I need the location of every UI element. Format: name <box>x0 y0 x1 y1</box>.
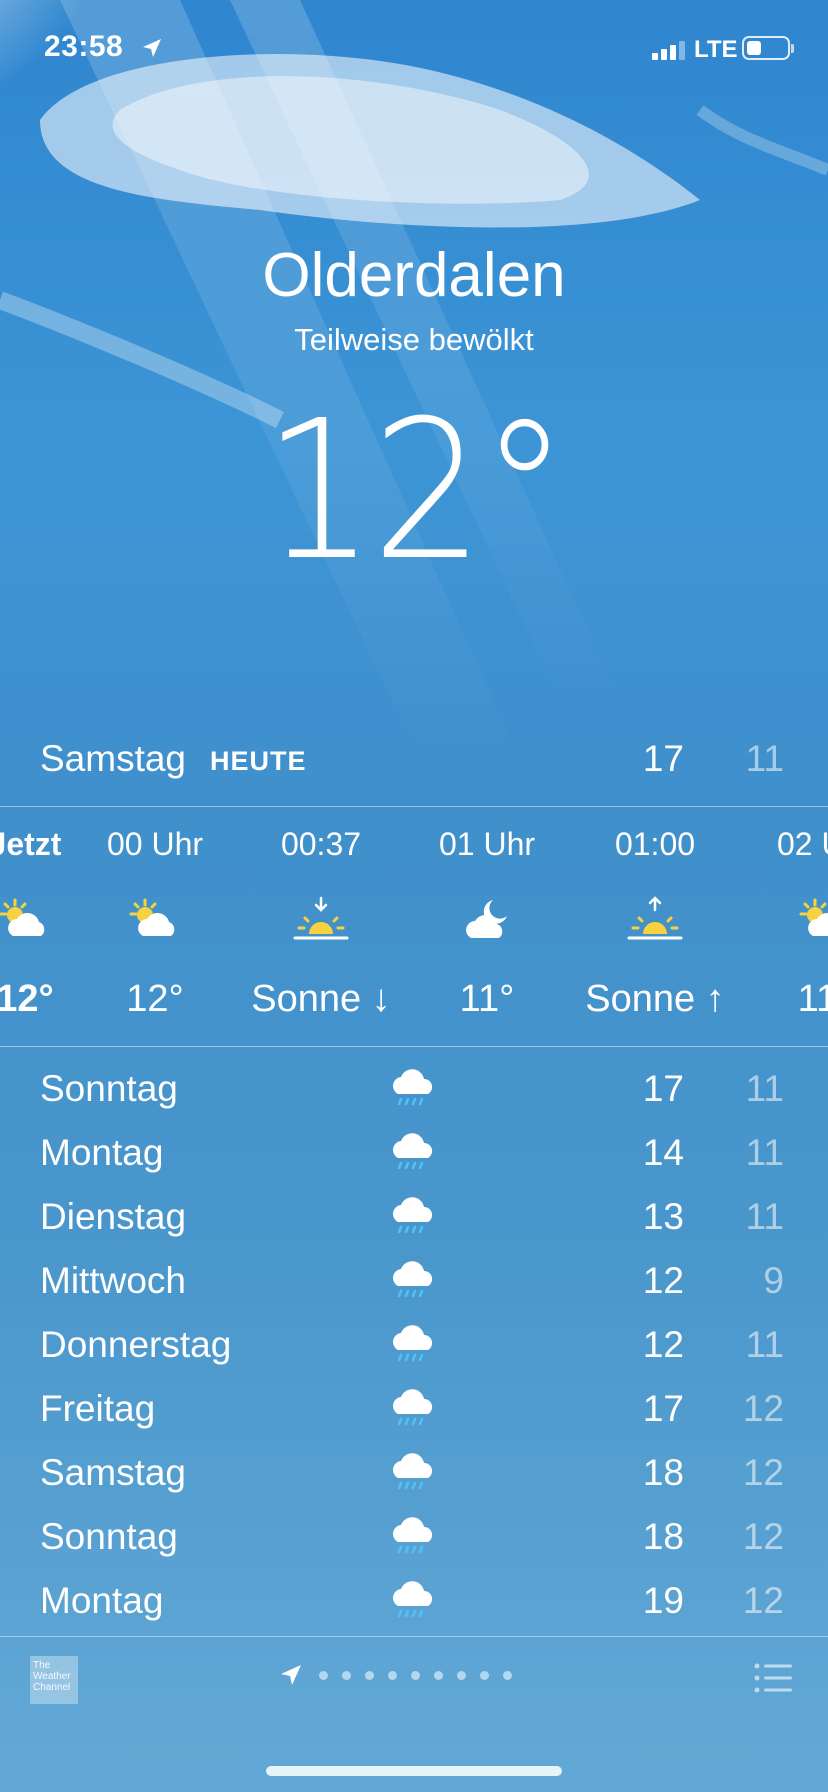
today-label: HEUTE <box>210 746 307 776</box>
daily-row: Dienstag 13 11 <box>0 1184 828 1248</box>
page-dot <box>480 1670 489 1680</box>
hourly-item: 00 Uhr 12° <box>70 806 240 1046</box>
hour-temp: 12° <box>126 978 184 1020</box>
status-bar: 23:58 LTE <box>0 0 828 100</box>
partly-cloudy-icon <box>129 898 175 936</box>
hourly-item: 02 Uhr 11° <box>740 806 828 1046</box>
page-dot <box>434 1670 443 1680</box>
hour-label: 02 Uhr <box>776 826 828 862</box>
network-type: LTE <box>694 36 738 63</box>
day-high: 12 <box>642 1324 684 1365</box>
list-icon[interactable] <box>754 1662 794 1694</box>
day-low: 12 <box>742 1388 784 1429</box>
rain-cloud-icon <box>393 1197 433 1234</box>
battery-icon <box>742 36 790 60</box>
page-indicator[interactable] <box>280 1658 519 1692</box>
daily-row: Mittwoch 12 9 <box>0 1248 828 1312</box>
today-high: 17 <box>642 738 684 779</box>
page-dot <box>342 1670 351 1680</box>
rain-cloud-icon <box>393 1133 433 1170</box>
daily-forecast-list[interactable]: Sonntag 17 11 Montag 14 11 Dienstag 13 1… <box>0 1056 828 1632</box>
battery-tip <box>791 44 794 53</box>
daily-row: Sonntag 17 11 <box>0 1056 828 1120</box>
city-name: Olderdalen <box>262 241 566 310</box>
day-high: 19 <box>642 1580 684 1621</box>
sunset-icon <box>293 896 349 940</box>
day-name: Sonntag <box>40 1068 178 1109</box>
weather-channel-logo[interactable]: The Weather Channel <box>30 1656 78 1704</box>
day-low: 11 <box>745 1132 784 1173</box>
hour-label: 01 Uhr <box>438 826 536 862</box>
hour-temp: 11° <box>459 978 515 1020</box>
rain-cloud-icon <box>393 1581 433 1618</box>
hourly-item: 01:00 Sonne ↑ <box>570 806 740 1046</box>
day-low: 9 <box>763 1260 784 1301</box>
rain-cloud-icon <box>393 1389 433 1426</box>
today-summary-row: Samstag HEUTE 17 11 <box>0 730 828 806</box>
rain-cloud-icon <box>393 1069 433 1106</box>
partly-cloudy-night-icon <box>466 900 507 938</box>
hour-label: 01:00 <box>614 826 696 862</box>
day-name: Dienstag <box>40 1196 187 1237</box>
day-high: 17 <box>642 1388 684 1429</box>
hourly-item: 00:37 Sonne ↓ <box>236 806 406 1046</box>
day-low: 11 <box>745 1068 784 1109</box>
sunrise-icon <box>627 896 683 940</box>
hourly-forecast-scroller[interactable]: Jetzt 12° 00 Uhr 12° 00:37 <box>0 806 828 1046</box>
day-name: Sonntag <box>40 1516 178 1557</box>
rain-cloud-icon <box>393 1453 433 1490</box>
rain-cloud-icon <box>393 1325 433 1362</box>
home-indicator[interactable] <box>266 1766 562 1776</box>
hour-temp: Sonne ↑ <box>585 978 725 1020</box>
day-name: Samstag <box>40 1452 187 1493</box>
hourly-item: 01 Uhr 11° <box>402 806 572 1046</box>
day-name: Montag <box>40 1132 164 1173</box>
day-name: Freitag <box>40 1388 156 1429</box>
partly-cloudy-icon <box>0 898 45 936</box>
rain-cloud-icon <box>393 1261 433 1298</box>
day-low: 12 <box>742 1580 784 1621</box>
day-high: 18 <box>642 1452 684 1493</box>
hour-label: 00:37 <box>280 826 362 862</box>
daily-row: Freitag 17 12 <box>0 1376 828 1440</box>
rain-cloud-icon <box>393 1517 433 1554</box>
daily-row: Donnerstag 12 11 <box>0 1312 828 1376</box>
daily-row: Samstag 18 12 <box>0 1440 828 1504</box>
day-high: 18 <box>642 1516 684 1557</box>
page-dot <box>503 1670 512 1680</box>
page-dot <box>319 1670 328 1680</box>
page-dot <box>388 1670 397 1680</box>
day-low: 11 <box>745 1324 784 1365</box>
divider <box>0 1046 828 1047</box>
daily-row: Montag 14 11 <box>0 1120 828 1184</box>
current-temperature: 12° <box>262 380 569 603</box>
page-dot <box>411 1670 420 1680</box>
current-location-icon <box>281 1665 301 1685</box>
signal-strength-icon <box>652 41 685 60</box>
page-dot <box>457 1670 466 1680</box>
status-time: 23:58 <box>44 30 124 63</box>
weather-condition: Teilweise bewölkt <box>294 322 534 357</box>
day-low: 12 <box>742 1516 784 1557</box>
day-name: Montag <box>40 1580 164 1621</box>
hour-temp: Sonne ↓ <box>251 978 391 1020</box>
hour-temp: 11° <box>797 978 828 1020</box>
day-low: 11 <box>745 1196 784 1237</box>
day-name: Donnerstag <box>40 1324 232 1365</box>
today-day: Samstag <box>40 738 187 779</box>
hour-label: 00 Uhr <box>106 826 204 862</box>
daily-row: Montag 19 12 <box>0 1568 828 1632</box>
daily-row: Sonntag 18 12 <box>0 1504 828 1568</box>
day-low: 12 <box>742 1452 784 1493</box>
day-high: 17 <box>642 1068 684 1109</box>
page-dot <box>365 1670 374 1680</box>
partly-cloudy-icon <box>799 898 828 936</box>
day-high: 14 <box>642 1132 684 1173</box>
today-low: 11 <box>745 738 784 779</box>
day-name: Mittwoch <box>40 1260 186 1301</box>
day-high: 13 <box>642 1196 684 1237</box>
day-high: 12 <box>642 1260 684 1301</box>
location-arrow-icon <box>143 39 161 57</box>
